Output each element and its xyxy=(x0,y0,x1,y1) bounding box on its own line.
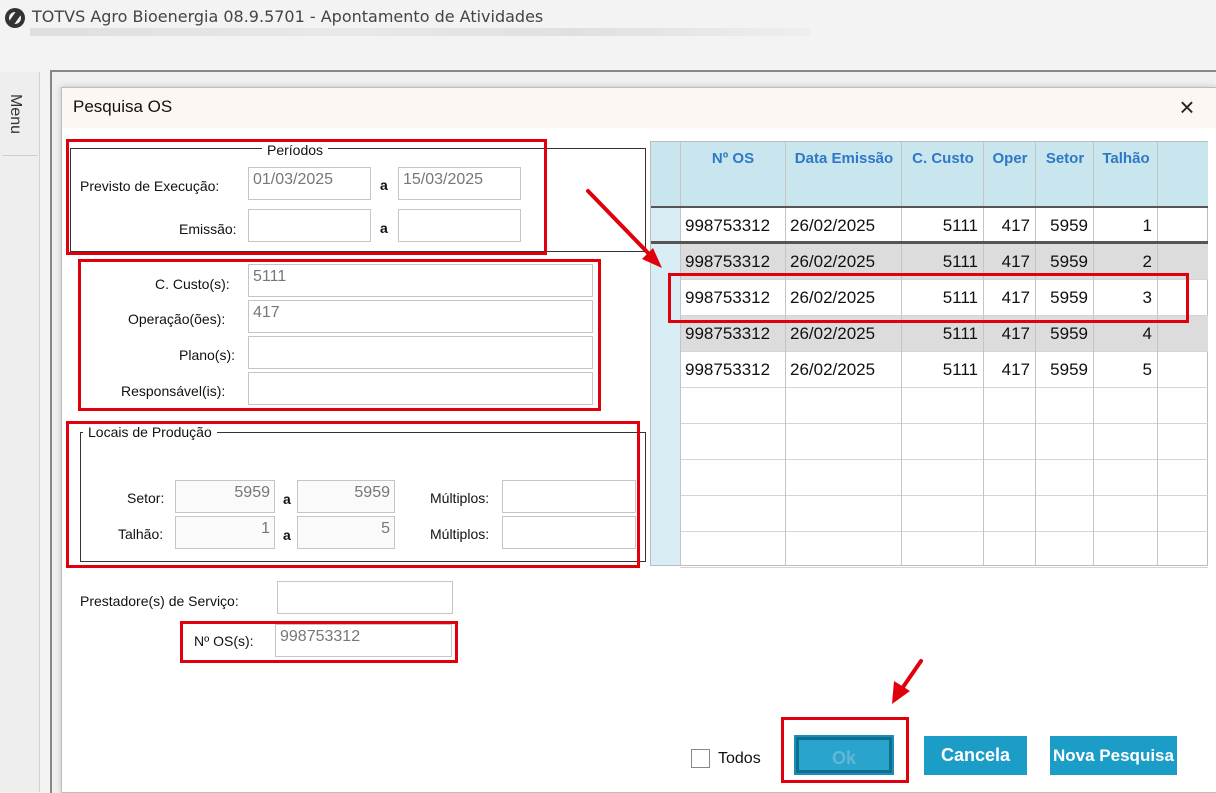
grid-cell-data-emissao: 26/02/2025 xyxy=(790,288,876,307)
previsto-from-input[interactable]: 01/03/2025 xyxy=(248,167,371,200)
emissao-range-separator: a xyxy=(380,220,388,236)
grid-cell-data-emissao: 26/02/2025 xyxy=(790,252,876,271)
grid-cell-os: 998753312 xyxy=(685,288,771,307)
setor-multiplos-input[interactable] xyxy=(502,480,636,513)
row-indicator-column xyxy=(651,206,680,565)
emissao-label: Emissão: xyxy=(179,221,237,237)
grid-cell-custo: 5111 xyxy=(942,216,978,235)
grid-cell-oper: 417 xyxy=(1001,216,1030,235)
empty-table-row xyxy=(680,424,1208,460)
grid-header-separator xyxy=(651,206,1208,208)
operacao-input[interactable]: 417 xyxy=(248,300,593,333)
talhao-range-separator: a xyxy=(283,527,291,543)
setor-from-input[interactable]: 5959 xyxy=(175,480,275,513)
grid-cell-talhao: 4 xyxy=(1142,324,1152,343)
grid-cell-custo: 5111 xyxy=(942,252,978,271)
os-numbers-label: Nº OS(s): xyxy=(194,633,254,649)
setor-label: Setor: xyxy=(127,490,165,506)
grid-cell-setor: 5959 xyxy=(1050,288,1088,307)
grid-cell-custo: 5111 xyxy=(942,324,978,343)
table-row[interactable]: 998753312 26/02/2025 5111 417 5959 4 xyxy=(680,316,1208,352)
todos-label: Todos xyxy=(718,750,761,767)
responsavel-label: Responsável(is): xyxy=(121,383,226,399)
grid-cell-os: 998753312 xyxy=(685,216,771,235)
grid-header-setor[interactable]: Setor xyxy=(1037,148,1093,169)
grid-header-data-emissao[interactable]: Data Emissão xyxy=(787,148,901,169)
talhao-multiplos-label: Múltiplos: xyxy=(430,526,490,542)
empty-table-row xyxy=(680,532,1208,568)
locais-producao-legend: Locais de Produção xyxy=(83,424,217,440)
empty-table-row xyxy=(680,496,1208,532)
grid-cell-setor: 5959 xyxy=(1050,252,1088,271)
ok-button[interactable]: Ok xyxy=(794,735,894,775)
previsto-to-input[interactable]: 15/03/2025 xyxy=(398,167,521,200)
custo-label: C. Custo(s): xyxy=(155,276,230,292)
plano-input[interactable] xyxy=(248,336,593,369)
emissao-from-input[interactable] xyxy=(248,209,371,242)
periodos-legend: Períodos xyxy=(262,142,329,158)
prestadores-input[interactable] xyxy=(277,581,453,614)
empty-table-row xyxy=(680,460,1208,496)
grid-cell-talhao: 2 xyxy=(1142,252,1152,271)
talhao-to-input[interactable]: 5 xyxy=(297,516,395,549)
operacao-label: Operação(ões): xyxy=(128,311,226,327)
side-menu xyxy=(0,72,40,792)
grid-cell-talhao: 3 xyxy=(1142,288,1152,307)
responsavel-input[interactable] xyxy=(248,372,593,405)
grid-cell-data-emissao: 26/02/2025 xyxy=(790,216,876,235)
grid-cell-custo: 5111 xyxy=(942,360,978,379)
grid-cell-setor: 5959 xyxy=(1050,324,1088,343)
grid-cell-oper: 417 xyxy=(1001,252,1030,271)
window-title: TOTVS Agro Bioenergia 08.9.5701 - Aponta… xyxy=(32,7,544,26)
grid-header-os[interactable]: Nº OS xyxy=(681,148,785,169)
cancela-button[interactable]: Cancela xyxy=(924,736,1027,775)
grid-cell-talhao: 1 xyxy=(1142,216,1152,235)
grid-cell-data-emissao: 26/02/2025 xyxy=(790,324,876,343)
grid-cell-custo: 5111 xyxy=(942,288,978,307)
totvs-logo-icon xyxy=(5,8,25,28)
table-row[interactable]: 998753312 26/02/2025 5111 417 5959 5 xyxy=(680,352,1208,388)
todos-checkbox[interactable] xyxy=(691,749,710,768)
grid-cell-data-emissao: 26/02/2025 xyxy=(790,360,876,379)
grid-cell-oper: 417 xyxy=(1001,288,1030,307)
grid-header-talhao[interactable]: Talhão xyxy=(1095,148,1157,169)
custo-input[interactable]: 5111 xyxy=(248,264,593,297)
table-row[interactable]: 998753312 26/02/2025 5111 417 5959 2 xyxy=(680,244,1208,280)
grid-cell-oper: 417 xyxy=(1001,360,1030,379)
grid-cell-os: 998753312 xyxy=(685,360,771,379)
empty-table-row xyxy=(680,388,1208,424)
talhao-from-input[interactable]: 1 xyxy=(175,516,275,549)
side-menu-label: Menu xyxy=(7,94,24,135)
previsto-execucao-label: Previsto de Execução: xyxy=(80,178,220,194)
plano-label: Plano(s): xyxy=(179,347,236,363)
grid-header-oper[interactable]: Oper xyxy=(985,148,1035,169)
close-icon[interactable]: × xyxy=(1172,92,1202,122)
talhao-multiplos-input[interactable] xyxy=(502,516,636,549)
dialog-header xyxy=(62,88,1216,128)
setor-multiplos-label: Múltiplos: xyxy=(430,490,490,506)
grid-cell-os: 998753312 xyxy=(685,324,771,343)
table-row[interactable]: 998753312 26/02/2025 5111 417 5959 3 xyxy=(680,280,1208,316)
prestadores-label: Prestadore(s) de Serviço: xyxy=(80,593,239,609)
os-numbers-input[interactable]: 998753312 xyxy=(275,624,452,657)
setor-to-input[interactable]: 5959 xyxy=(297,480,395,513)
grid-cell-talhao: 5 xyxy=(1142,360,1152,379)
emissao-to-input[interactable] xyxy=(398,209,521,242)
nova-pesquisa-button[interactable]: Nova Pesquisa xyxy=(1050,736,1177,775)
grid-header-custo[interactable]: C. Custo xyxy=(903,148,983,169)
table-row[interactable]: 998753312 26/02/2025 5111 417 5959 1 xyxy=(680,208,1208,244)
previsto-range-separator: a xyxy=(380,177,388,193)
talhao-label: Talhão: xyxy=(118,526,164,542)
blurred-background-text xyxy=(30,28,810,36)
grid-cell-setor: 5959 xyxy=(1050,360,1088,379)
grid-cell-os: 998753312 xyxy=(685,252,771,271)
setor-range-separator: a xyxy=(283,491,291,507)
grid-row-separator xyxy=(651,241,1208,244)
grid-cell-oper: 417 xyxy=(1001,324,1030,343)
dialog-title: Pesquisa OS xyxy=(73,97,173,116)
grid-cell-setor: 5959 xyxy=(1050,216,1088,235)
